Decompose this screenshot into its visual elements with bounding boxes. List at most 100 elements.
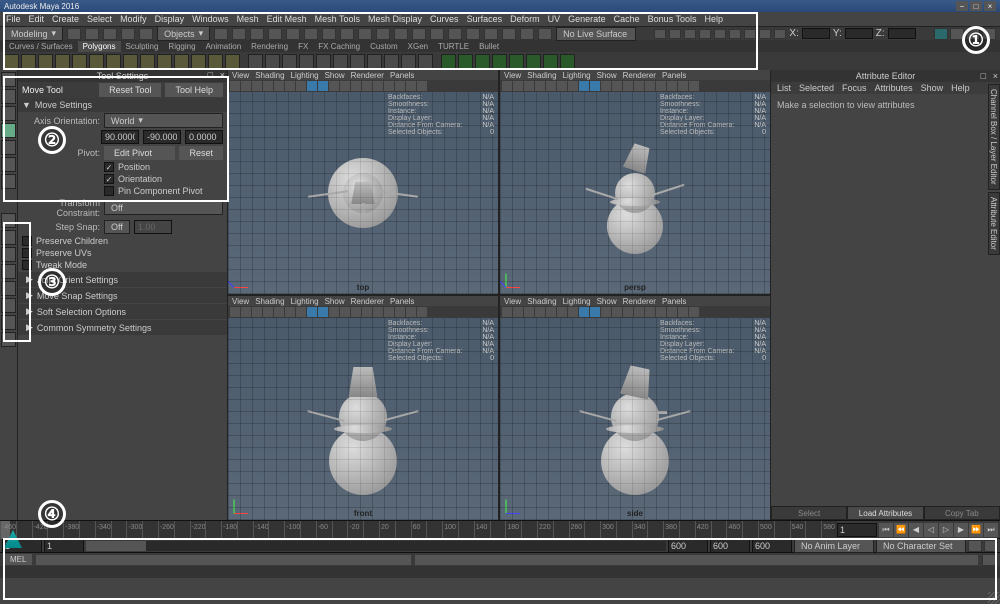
vp-textured-icon[interactable] (601, 81, 611, 91)
undo-icon[interactable] (121, 28, 135, 40)
vp-ao-icon[interactable] (656, 307, 666, 317)
save-scene-icon[interactable] (103, 28, 117, 40)
script-lang-toggle[interactable]: MEL (4, 554, 32, 565)
smooth-icon[interactable] (384, 54, 399, 69)
panel-undock-icon[interactable]: □ (981, 71, 986, 81)
rotate-tool-icon[interactable] (1, 140, 16, 155)
persp-graph-layout-icon[interactable] (1, 264, 16, 279)
vp-msaa-icon[interactable] (395, 307, 405, 317)
ae-menu-attributes[interactable]: Attributes (875, 83, 913, 93)
modeling-toolkit-icon[interactable] (934, 28, 948, 40)
quad-draw-icon[interactable] (492, 54, 507, 69)
vp-menu-show[interactable]: Show (325, 297, 345, 306)
vp-camera-icon[interactable] (502, 307, 512, 317)
vp-film-gate-icon[interactable] (274, 307, 284, 317)
sym-icon[interactable] (714, 29, 726, 39)
poly-pipe-icon[interactable] (140, 54, 155, 69)
prefs-icon[interactable] (984, 540, 998, 552)
snap-live-icon[interactable] (448, 28, 462, 40)
poly-cylinder-icon[interactable] (38, 54, 53, 69)
vp-ao-icon[interactable] (656, 81, 666, 91)
vp-gate-mask-icon[interactable] (568, 81, 578, 91)
sel-mask-icon[interactable] (286, 28, 300, 40)
vp-menu-renderer[interactable]: Renderer (351, 71, 384, 80)
vp-isolate-icon[interactable] (362, 307, 372, 317)
select-tool-icon[interactable] (1, 72, 16, 87)
vp-msaa-icon[interactable] (667, 81, 677, 91)
reduce-icon[interactable] (418, 54, 433, 69)
target-weld-icon[interactable] (458, 54, 473, 69)
menu-edit[interactable]: Edit (29, 14, 45, 24)
ae-menu-show[interactable]: Show (921, 83, 944, 93)
vp-gate-mask-icon[interactable] (296, 81, 306, 91)
pin-pivot-checkbox[interactable] (104, 186, 114, 196)
vp-shaded-icon[interactable] (318, 81, 328, 91)
vp-film-gate-icon[interactable] (546, 307, 556, 317)
close-button[interactable]: × (984, 1, 996, 11)
vp-menu-lighting[interactable]: Lighting (291, 71, 319, 80)
panel-undock-icon[interactable]: □ (208, 70, 213, 80)
vp-bookmark-icon[interactable] (513, 81, 523, 91)
sel-mask-icon[interactable] (232, 28, 246, 40)
vp-resolution-gate-icon[interactable] (285, 307, 295, 317)
playback-start-field[interactable] (44, 539, 84, 553)
position-checkbox[interactable]: ✓ (104, 162, 114, 172)
ae-menu-focus[interactable]: Focus (842, 83, 867, 93)
menu-display[interactable]: Display (155, 14, 185, 24)
vp-menu-show[interactable]: Show (597, 297, 617, 306)
bevel-icon[interactable] (316, 54, 331, 69)
sculpt-icon[interactable] (560, 54, 575, 69)
vp-grid-icon[interactable] (263, 81, 273, 91)
range-slider[interactable] (86, 541, 666, 551)
booleans-icon[interactable] (282, 54, 297, 69)
render-icon[interactable] (520, 28, 534, 40)
sel-mask-icon[interactable] (340, 28, 354, 40)
attribute-editor-tab[interactable]: Attribute Editor (988, 192, 1000, 255)
timeline-ruler[interactable]: -460-420-380-340-300-260-220-180-140-100… (0, 521, 837, 539)
vp-shadows-icon[interactable] (351, 81, 361, 91)
step-forward-key-icon[interactable]: ⏩ (969, 523, 983, 537)
poly-plane-icon[interactable] (72, 54, 87, 69)
open-scene-icon[interactable] (85, 28, 99, 40)
redo-icon[interactable] (139, 28, 153, 40)
vp-menu-lighting[interactable]: Lighting (563, 71, 591, 80)
vp-xray-icon[interactable] (645, 81, 655, 91)
viewport-canvas[interactable]: Backfaces:N/A Smoothness:N/A Instance:N/… (500, 318, 770, 520)
z-field[interactable] (888, 28, 916, 39)
history-icon[interactable] (466, 28, 480, 40)
vp-image-plane-icon[interactable] (252, 307, 262, 317)
vp-shaded-icon[interactable] (590, 307, 600, 317)
sel-mask-icon[interactable] (322, 28, 336, 40)
vp-motion-blur-icon[interactable] (678, 81, 688, 91)
vp-motion-blur-icon[interactable] (678, 307, 688, 317)
preserve-uvs-checkbox[interactable] (22, 248, 32, 258)
live-surface-field[interactable]: No Live Surface (556, 27, 636, 41)
orientation-checkbox[interactable]: ✓ (104, 174, 114, 184)
viewport-front[interactable]: ViewShadingLightingShowRendererPanels Ba… (228, 296, 498, 520)
attribute-editor-icon[interactable] (950, 28, 964, 40)
shelf-tab-polygons[interactable]: Polygons (78, 41, 121, 52)
viewport-canvas[interactable]: Backfaces:N/A Smoothness:N/A Instance:N/… (228, 318, 498, 520)
vp-menu-view[interactable]: View (504, 71, 521, 80)
poly-cube-icon[interactable] (21, 54, 36, 69)
play-forward-icon[interactable]: ▷ (939, 523, 953, 537)
vp-lights-icon[interactable] (612, 81, 622, 91)
vp-menu-shading[interactable]: Shading (527, 297, 556, 306)
sym-icon[interactable] (729, 29, 741, 39)
snap-grid-icon[interactable] (376, 28, 390, 40)
selection-mode-dropdown[interactable]: Objects▾ (157, 26, 210, 41)
vp-menu-panels[interactable]: Panels (662, 297, 686, 306)
vp-image-plane-icon[interactable] (252, 81, 262, 91)
channel-box-icon[interactable] (982, 28, 996, 40)
axis-orientation-dropdown[interactable]: World▾ (104, 113, 223, 128)
vp-gate-mask-icon[interactable] (296, 307, 306, 317)
vp-menu-panels[interactable]: Panels (390, 297, 414, 306)
append-icon[interactable] (367, 54, 382, 69)
shelf-tab-sculpting[interactable]: Sculpting (121, 41, 164, 52)
tweak-mode-checkbox[interactable] (22, 260, 32, 270)
poly-soccer-icon[interactable] (174, 54, 189, 69)
shelf-tab-animation[interactable]: Animation (201, 41, 247, 52)
menu-generate[interactable]: Generate (568, 14, 606, 24)
edit-pivot-button[interactable]: Edit Pivot (104, 146, 175, 160)
bridge-icon[interactable] (333, 54, 348, 69)
